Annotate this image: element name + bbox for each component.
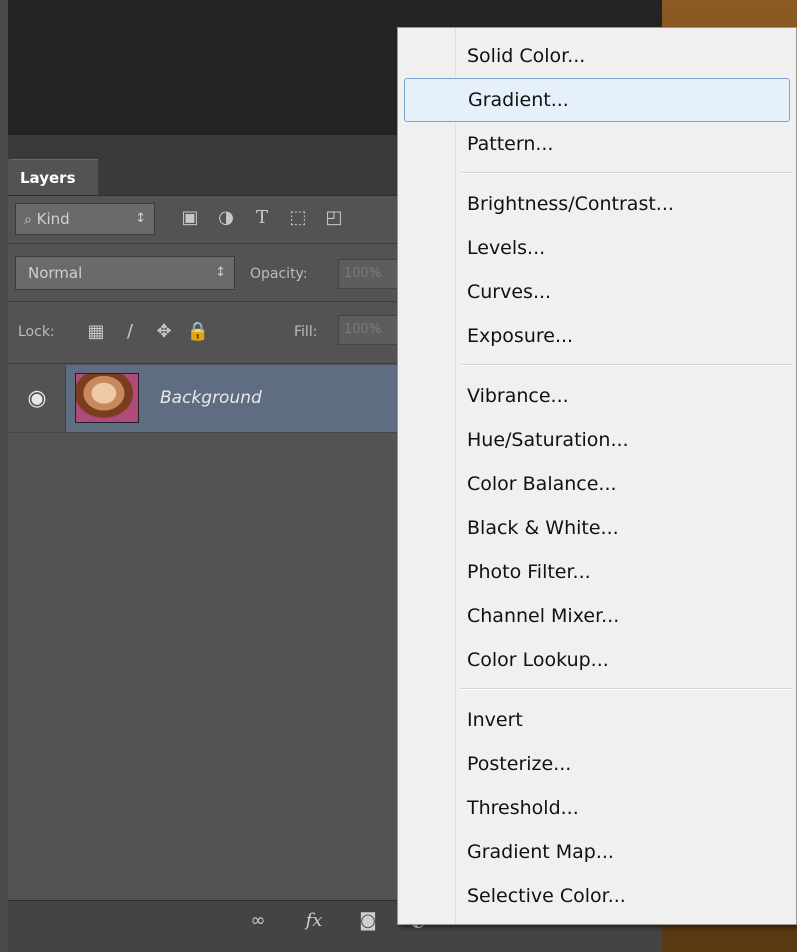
search-icon: ⌕: [24, 212, 32, 228]
blend-mode-value: Normal: [28, 264, 83, 282]
chevron-updown-icon: ↕: [135, 211, 146, 226]
lock-transparent-icon[interactable]: ▦: [84, 319, 108, 345]
adjustment-layer-menu: Solid Color... Gradient... Pattern... Br…: [397, 27, 797, 925]
menu-item-black-white[interactable]: Black & White...: [404, 506, 790, 550]
menu-item-gradient-map[interactable]: Gradient Map...: [404, 830, 790, 874]
eye-icon[interactable]: ◉: [8, 365, 66, 432]
menu-item-vibrance[interactable]: Vibrance...: [404, 374, 790, 418]
menu-item-selective-color[interactable]: Selective Color...: [404, 874, 790, 918]
blend-mode-select[interactable]: Normal ↕: [15, 256, 235, 290]
menu-separator: [460, 364, 792, 366]
lock-pixels-brush-icon[interactable]: ∕: [118, 319, 142, 345]
menu-item-pattern[interactable]: Pattern...: [404, 122, 790, 166]
menu-separator: [460, 172, 792, 174]
menu-item-threshold[interactable]: Threshold...: [404, 786, 790, 830]
fill-label: Fill:: [294, 324, 318, 340]
mask-icon[interactable]: ◙: [354, 908, 382, 934]
filter-kind-select[interactable]: ⌕ Kind ↕: [15, 203, 155, 235]
fx-icon[interactable]: fx: [300, 908, 328, 934]
menu-item-brightness-contrast[interactable]: Brightness/Contrast...: [404, 182, 790, 226]
menu-item-invert[interactable]: Invert: [404, 698, 790, 742]
menu-item-hue-saturation[interactable]: Hue/Saturation...: [404, 418, 790, 462]
left-edge-strip: [0, 0, 8, 952]
chevron-updown-icon: ↕: [215, 265, 226, 280]
lock-all-icon[interactable]: 🔒: [186, 319, 210, 345]
menu-item-curves[interactable]: Curves...: [404, 270, 790, 314]
opacity-label: Opacity:: [250, 266, 308, 282]
lock-position-move-icon[interactable]: ✥: [152, 319, 176, 345]
menu-item-photo-filter[interactable]: Photo Filter...: [404, 550, 790, 594]
lock-label: Lock:: [18, 324, 55, 340]
menu-separator: [460, 688, 792, 690]
menu-item-color-balance[interactable]: Color Balance...: [404, 462, 790, 506]
menu-item-levels[interactable]: Levels...: [404, 226, 790, 270]
menu-item-channel-mixer[interactable]: Channel Mixer...: [404, 594, 790, 638]
menu-item-gradient[interactable]: Gradient...: [404, 78, 790, 122]
menu-item-exposure[interactable]: Exposure...: [404, 314, 790, 358]
layer-name[interactable]: Background: [160, 365, 262, 432]
filter-kind-value: Kind: [36, 210, 70, 228]
type-filter-icon[interactable]: T: [250, 205, 274, 231]
menu-item-solid-color[interactable]: Solid Color...: [404, 34, 790, 78]
layer-thumbnail: [75, 373, 139, 423]
menu-item-posterize[interactable]: Posterize...: [404, 742, 790, 786]
shape-filter-icon[interactable]: ⬚: [286, 205, 310, 231]
image-filter-icon[interactable]: ▣: [178, 205, 202, 231]
smart-object-filter-icon[interactable]: ◰: [322, 205, 346, 231]
link-icon[interactable]: ∞: [244, 908, 272, 934]
menu-item-color-lookup[interactable]: Color Lookup...: [404, 638, 790, 682]
adjustment-filter-icon[interactable]: ◑: [214, 205, 238, 231]
tab-layers[interactable]: Layers: [12, 159, 98, 195]
